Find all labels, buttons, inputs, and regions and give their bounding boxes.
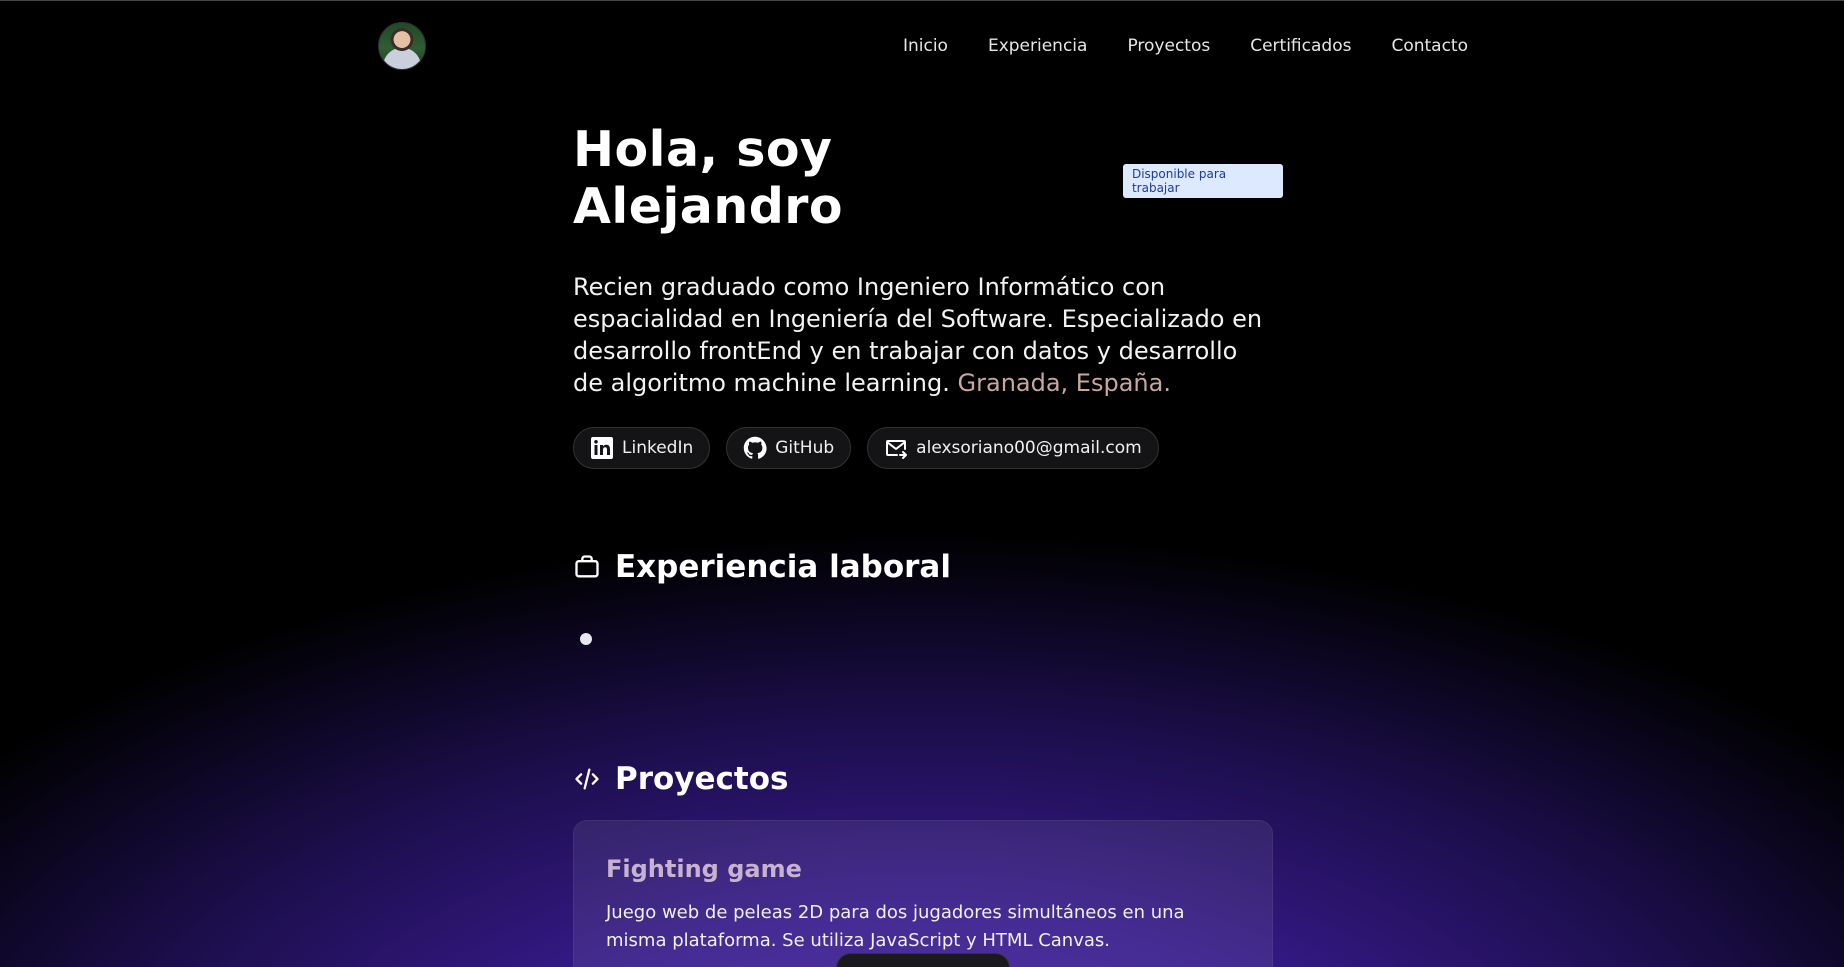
- project-description: Juego web de peleas 2D para dos jugadore…: [606, 902, 1185, 951]
- site-header: Inicio Experiencia Proyectos Certificado…: [378, 21, 1468, 71]
- avatar[interactable]: [378, 22, 426, 70]
- project-name: Fighting game: [606, 855, 802, 883]
- hero-description: Recien graduado como Ingeniero Informáti…: [573, 271, 1273, 399]
- availability-badge: Disponible para trabajar: [1122, 164, 1283, 198]
- github-icon: [744, 436, 767, 459]
- social-links: LinkedIn GitHub alexsoriano00@gmail.com: [573, 427, 1283, 469]
- floating-toolbar[interactable]: [836, 953, 1010, 967]
- experience-title: Experiencia laboral: [615, 549, 951, 585]
- code-icon: [575, 768, 599, 790]
- hero-title-row: Hola, soy Alejandro Disponible para trab…: [573, 121, 1283, 235]
- linkedin-label: LinkedIn: [622, 438, 694, 458]
- nav-experiencia[interactable]: Experiencia: [988, 36, 1088, 56]
- experience-heading: Experiencia laboral: [573, 549, 951, 585]
- github-label: GitHub: [775, 438, 835, 458]
- hero-section: Hola, soy Alejandro Disponible para trab…: [573, 121, 1283, 469]
- hero-title: Hola, soy Alejandro: [573, 121, 844, 235]
- project-card[interactable]: Fighting game Juego web de peleas 2D par…: [573, 820, 1273, 967]
- email-label: alexsoriano00@gmail.com: [916, 438, 1142, 458]
- email-button[interactable]: alexsoriano00@gmail.com: [867, 427, 1159, 469]
- nav-proyectos[interactable]: Proyectos: [1127, 36, 1210, 56]
- mail-icon: [886, 440, 908, 459]
- hero-location: Granada, España.: [957, 369, 1171, 397]
- projects-title: Proyectos: [615, 761, 789, 797]
- main-nav: Inicio Experiencia Proyectos Certificado…: [903, 36, 1468, 56]
- linkedin-button[interactable]: LinkedIn: [573, 427, 711, 469]
- nav-contacto[interactable]: Contacto: [1391, 36, 1468, 56]
- nav-certificados[interactable]: Certificados: [1250, 36, 1351, 56]
- briefcase-icon: [575, 555, 599, 578]
- github-button[interactable]: GitHub: [726, 427, 852, 469]
- nav-inicio[interactable]: Inicio: [903, 36, 948, 56]
- linkedin-icon: [591, 437, 613, 459]
- timeline-dot: [580, 633, 592, 645]
- projects-heading: Proyectos: [573, 761, 788, 797]
